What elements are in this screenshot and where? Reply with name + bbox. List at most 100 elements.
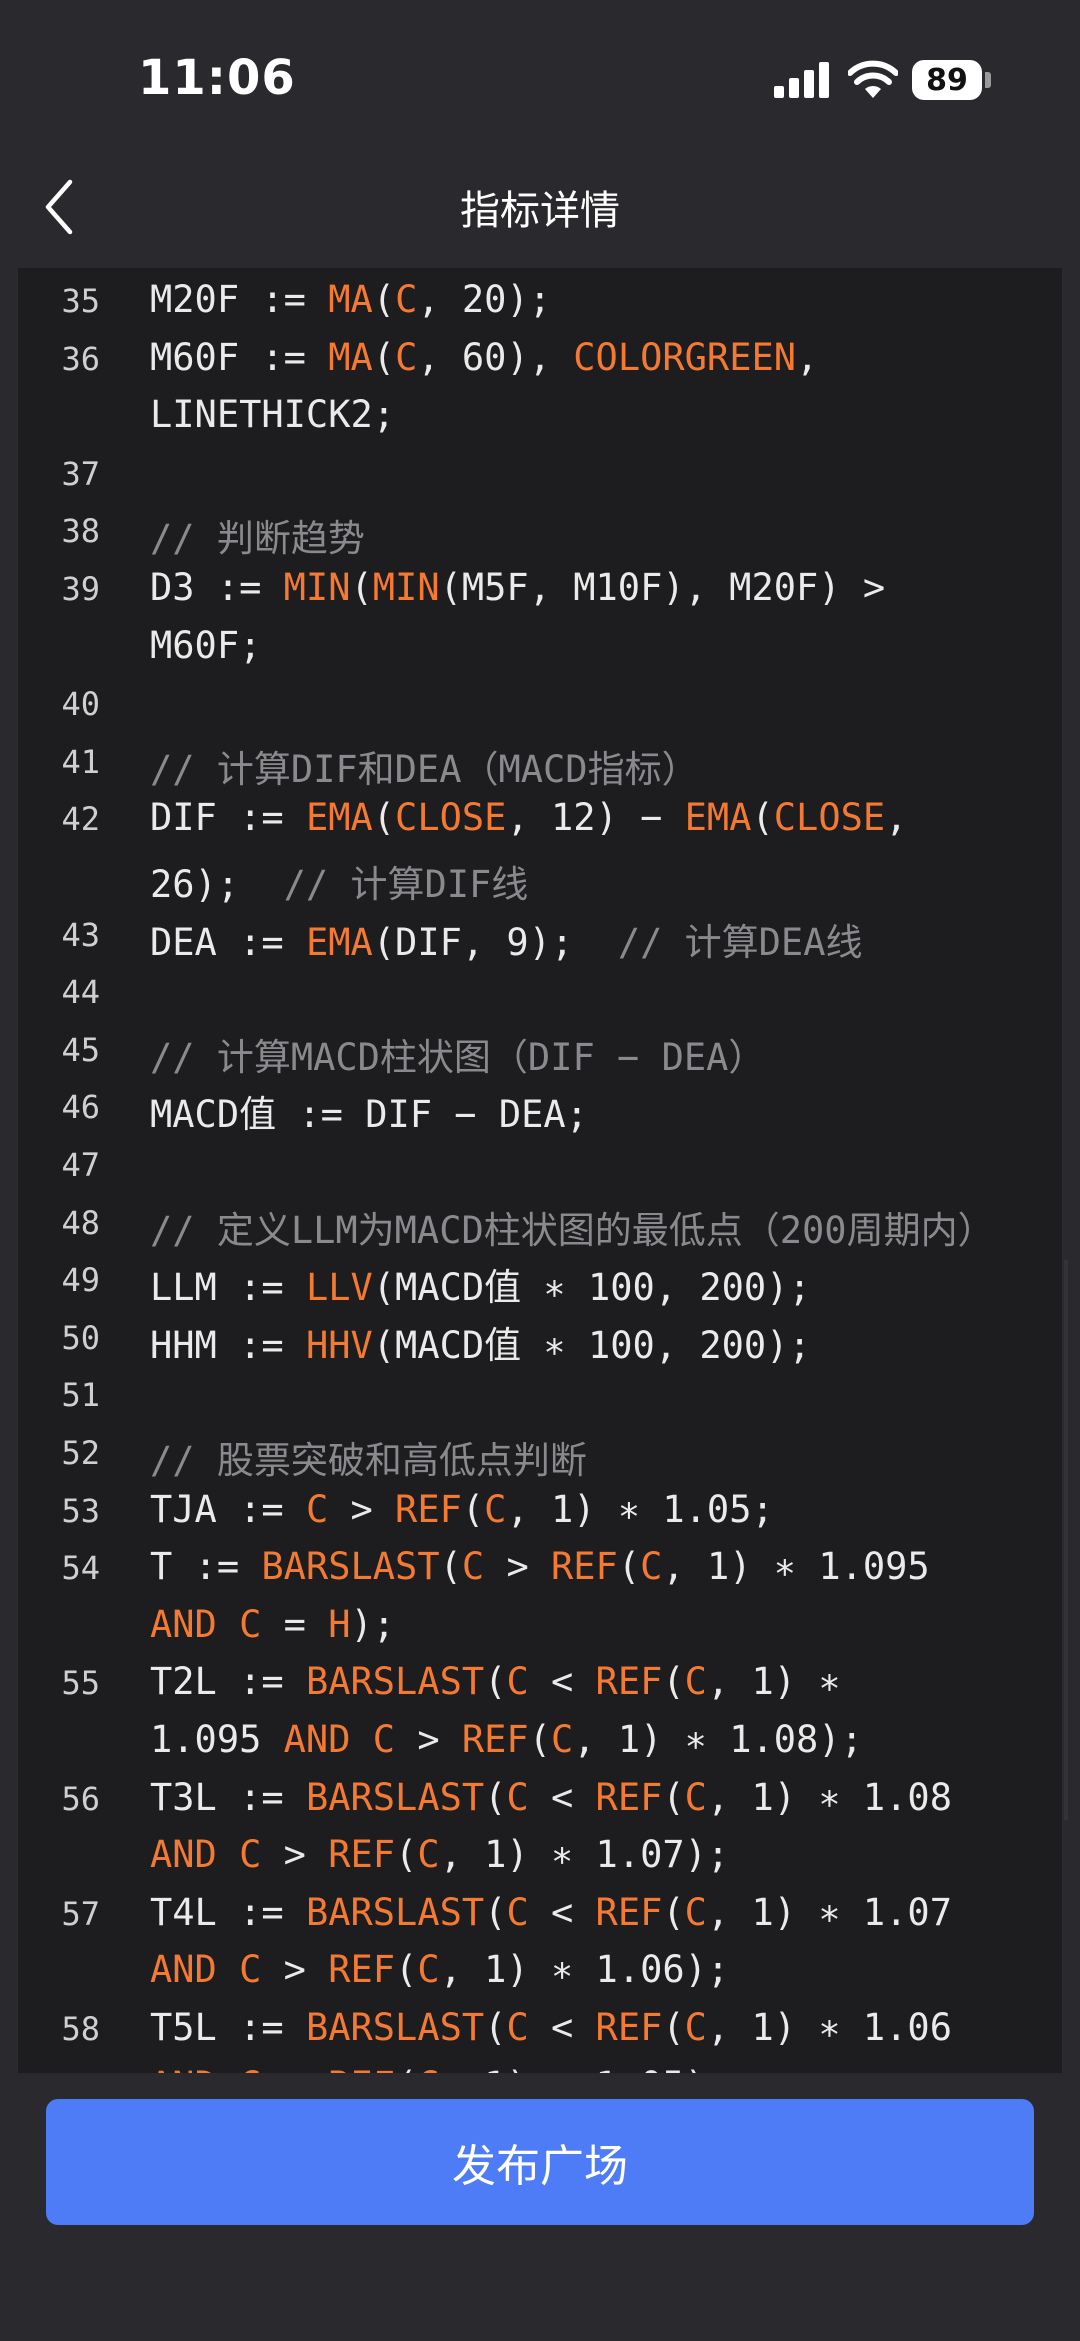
line-number: 50 bbox=[61, 1318, 100, 1357]
code-token: T4L := bbox=[150, 1890, 306, 1934]
code-token: ); bbox=[350, 1602, 396, 1646]
code-token: ( bbox=[528, 1718, 551, 1761]
line-number: 46 bbox=[61, 1088, 100, 1127]
code-token: ( bbox=[662, 1775, 685, 1819]
code-token: T3L := bbox=[150, 1775, 306, 1819]
code-keyword: LLV bbox=[305, 1266, 373, 1310]
code-token: , 12) − bbox=[506, 796, 685, 840]
code-comment: // 计算DEA线 bbox=[617, 920, 863, 964]
scrollbar-thumb[interactable] bbox=[1064, 1260, 1068, 1820]
code-keyword: REF bbox=[595, 1660, 663, 1704]
code-token: , 20); bbox=[417, 278, 551, 321]
code-viewer[interactable]: 35 M20F := MA(C, 20); 36 M60F := MA(C, 60),… bbox=[18, 268, 1062, 2073]
code-keyword: EMA bbox=[684, 796, 752, 840]
code-text: 1.095 AND C > REF(C, 1) ∗ 1.08); bbox=[150, 1718, 863, 1761]
code-token: , bbox=[796, 335, 819, 379]
code-keyword: AND C bbox=[150, 1948, 262, 1992]
code-token: , 1) ∗ 1.05; bbox=[506, 1487, 774, 1531]
code-text: // 计算DIF和DEA（MACD指标） bbox=[150, 739, 699, 793]
code-token: > bbox=[328, 1487, 396, 1531]
line-number: 58 bbox=[61, 2010, 100, 2048]
code-token: , 60), bbox=[417, 335, 574, 379]
code-token: 1.095 bbox=[150, 1718, 284, 1761]
line-number: 57 bbox=[61, 1894, 100, 1933]
code-text: AND C = H); bbox=[150, 1603, 395, 1646]
code-keyword: REF bbox=[328, 1833, 396, 1877]
code-token: T := bbox=[150, 1545, 262, 1589]
code-keyword: REF bbox=[595, 1890, 663, 1934]
code-text: // 计算MACD柱状图（DIF − DEA） bbox=[150, 1027, 765, 1081]
code-token: ( bbox=[484, 1660, 507, 1704]
code-comment: // 定义LLM为MACD柱状图的最低点（200周期内） bbox=[150, 1208, 995, 1252]
code-keyword: C bbox=[461, 1545, 485, 1589]
line-number: 45 bbox=[61, 1030, 100, 1069]
code-token: , 1) ∗ bbox=[706, 1660, 841, 1704]
code-text: T := BARSLAST(C > REF(C, 1) ∗ 1.095 bbox=[150, 1545, 930, 1588]
line-number: 36 bbox=[61, 339, 100, 378]
code-token: DEA := bbox=[150, 920, 306, 964]
code-keyword: MA bbox=[328, 335, 373, 379]
code-token: (MACD值 ∗ 100, 200); bbox=[372, 1266, 811, 1310]
code-token: ( bbox=[372, 335, 396, 379]
code-keyword: H bbox=[328, 1602, 351, 1646]
code-keyword: C bbox=[506, 2006, 529, 2049]
line-number: 54 bbox=[61, 1549, 100, 1588]
code-keyword: C bbox=[395, 278, 418, 321]
code-token: , 1) ∗ 1.06 bbox=[706, 2006, 952, 2049]
battery-icon: 89 bbox=[912, 60, 982, 100]
code-token: < bbox=[528, 2006, 596, 2049]
code-token: ( bbox=[617, 1545, 641, 1589]
code-keyword: C bbox=[684, 2006, 707, 2049]
line-number: 53 bbox=[61, 1491, 100, 1530]
code-keyword: C bbox=[506, 1775, 529, 1819]
code-token: > bbox=[261, 1948, 329, 1992]
code-keyword: AND C bbox=[150, 1833, 262, 1877]
code-token: > bbox=[395, 1718, 462, 1761]
code-keyword: AND C bbox=[283, 1718, 396, 1761]
code-text: // 股票突破和高低点判断 bbox=[150, 1430, 587, 1484]
code-keyword: HHV bbox=[305, 1323, 373, 1367]
code-token: , 1) ∗ 1.08 bbox=[706, 1775, 952, 1819]
line-number: 43 bbox=[61, 915, 100, 954]
code-token: M60F := bbox=[150, 335, 329, 379]
code-token: ( bbox=[662, 2006, 685, 2049]
code-keyword: REF bbox=[328, 2064, 395, 2073]
code-keyword: REF bbox=[551, 1545, 618, 1589]
code-keyword: C bbox=[684, 1660, 707, 1704]
code-keyword: COLORGREEN bbox=[573, 335, 797, 379]
code-token: T2L := bbox=[150, 1660, 306, 1704]
page-title: 指标详情 bbox=[460, 188, 620, 234]
code-keyword: C bbox=[417, 2064, 439, 2073]
code-text: AND C > REF(C, 1) ∗ 1.07); bbox=[150, 1833, 729, 1876]
code-text: M20F := MA(C, 20); bbox=[150, 278, 551, 321]
line-number: 41 bbox=[61, 742, 100, 781]
code-token: , 1) ∗ 1.07); bbox=[439, 1833, 730, 1877]
code-text: // 定义LLM为MACD柱状图的最低点（200周期内） bbox=[150, 1200, 995, 1254]
cellular-signal-icon bbox=[774, 62, 829, 98]
code-text: D3 := MIN(MIN(M5F, M10F), M20F) > bbox=[150, 566, 885, 609]
code-token: , 1) ∗ 1.06); bbox=[439, 1948, 730, 1992]
code-keyword: REF bbox=[595, 2006, 663, 2049]
code-text: LINETHICK2; bbox=[150, 393, 395, 436]
code-keyword: REF bbox=[328, 1948, 396, 1992]
code-token: LLM := bbox=[150, 1266, 306, 1310]
code-keyword: MIN bbox=[372, 566, 440, 609]
code-token: ( bbox=[751, 796, 774, 840]
code-keyword: C bbox=[417, 1833, 440, 1877]
code-text: M60F := MA(C, 60), COLORGREEN, bbox=[150, 336, 818, 379]
line-number: 37 bbox=[61, 454, 100, 493]
code-text: T4L := BARSLAST(C < REF(C, 1) ∗ 1.07 bbox=[150, 1891, 952, 1934]
code-text: T2L := BARSLAST(C < REF(C, 1) ∗ bbox=[150, 1660, 841, 1703]
line-number: 38 bbox=[61, 512, 100, 551]
code-text: DEA := EMA(DIF, 9); // 计算DEA线 bbox=[150, 912, 862, 966]
publish-to-square-button[interactable]: 发布广场 bbox=[46, 2099, 1034, 2225]
battery-level: 89 bbox=[926, 62, 968, 98]
code-token: T5L := bbox=[150, 2006, 306, 2049]
code-comment: // 股票突破和高低点判断 bbox=[150, 1439, 587, 1482]
code-text: M60F; bbox=[150, 624, 261, 667]
line-number: 39 bbox=[61, 570, 100, 608]
code-token: ( bbox=[350, 566, 373, 609]
code-keyword: AND C bbox=[150, 1602, 262, 1646]
line-number: 42 bbox=[61, 800, 100, 839]
code-token: MACD值 := DIF − DEA; bbox=[150, 1093, 588, 1137]
